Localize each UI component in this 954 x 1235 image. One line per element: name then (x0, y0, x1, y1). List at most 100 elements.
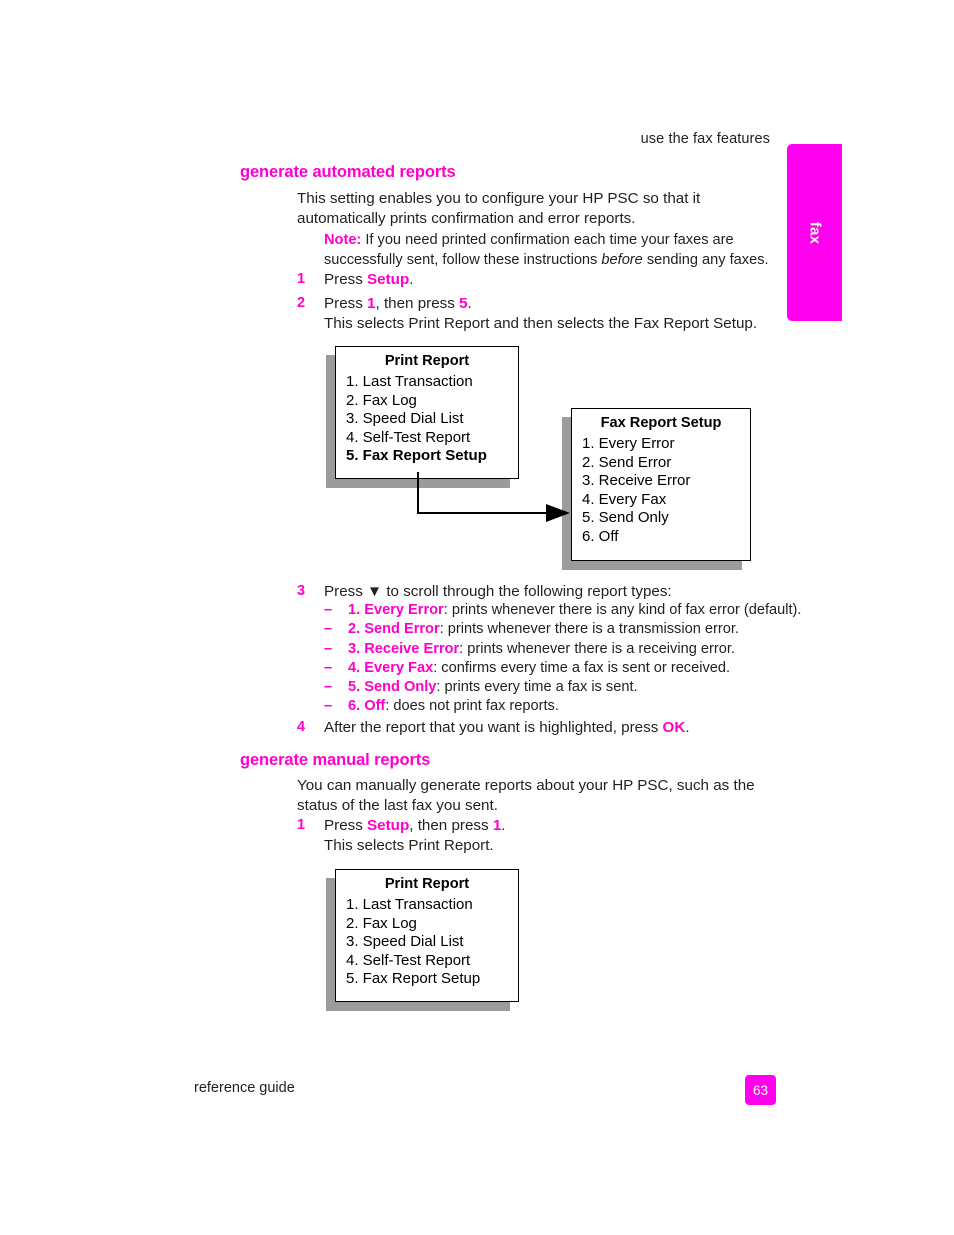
step-number: 3 (297, 583, 306, 599)
key-1: 1 (492, 817, 502, 834)
lcd-menu-print-report-2: Print Report 1. Last Transaction 2. Fax L… (326, 869, 519, 1011)
report-type-list-item: –3. Receive Error: prints whenever there… (324, 640, 794, 659)
note-text-part2: sending any faxes. (642, 251, 769, 268)
lcd-menu-item: 3. Receive Error (582, 472, 691, 490)
step-automated-1: 1 Press Setup. (297, 270, 787, 290)
chapter-thumb-tab: fax (787, 144, 842, 321)
report-type-option-label: 6. Off (348, 698, 386, 715)
paragraph-automated-intro: This setting enables you to configure yo… (297, 190, 701, 227)
step-number: 1 (297, 817, 306, 833)
section-heading-manual-reports: generate manual reports (240, 751, 431, 769)
lcd-menu-item: 5. Fax Report Setup (346, 970, 481, 988)
report-type-option-label: 2. Send Error (348, 621, 440, 638)
step-text-post: . (685, 719, 690, 736)
step-text: After the report that you want is highli… (324, 718, 787, 738)
lcd-menu-fax-report-setup: Fax Report Setup 1. Every Error 2. Send E… (562, 408, 751, 570)
step-text-post: to scroll through the following report t… (382, 583, 672, 600)
lcd-menu-item: 2. Fax Log (346, 391, 417, 409)
lcd-menu-item: 1. Last Transaction (346, 373, 473, 390)
lcd-menu-item: 3. Speed Dial List (346, 933, 464, 951)
report-type-list-item: –6. Off: does not print fax reports. (324, 697, 794, 716)
note-label: Note: (324, 232, 362, 248)
step-text-pre: After the report that you want is highli… (324, 719, 663, 736)
step-text-post: . (409, 271, 414, 288)
lcd-menu-item: 5. Send Only (582, 509, 669, 527)
lcd-menu-item: 4. Every Fax (582, 490, 667, 508)
list-dash-bullet: – (324, 698, 333, 715)
step-subtext: This selects Print Report and then selec… (324, 314, 758, 332)
lcd-title: Fax Report Setup (600, 415, 722, 431)
lcd-menu-item: 6. Off (582, 527, 619, 545)
flow-arrow-connector (417, 472, 570, 522)
step-subtext: This selects Print Report. (324, 836, 494, 854)
report-type-option-label: 5. Send Only (348, 679, 437, 696)
lcd-menu-item: 2. Send Error (582, 453, 672, 471)
list-dash-bullet: – (324, 602, 333, 618)
lcd-menu-item: 4. Self-Test Report (346, 428, 471, 446)
key-setup: Setup (367, 817, 410, 834)
key-ok: OK (662, 719, 686, 736)
lcd-item-list: 1. Last Transaction 2. Fax Log 3. Speed Di… (346, 896, 480, 989)
report-type-description: : prints whenever there is any kind of f… (443, 602, 802, 618)
step-text-post: . (467, 295, 472, 312)
step-number: 1 (297, 271, 306, 287)
step-text-pre: Press (324, 271, 368, 288)
list-dash-bullet: – (324, 659, 333, 676)
report-type-description: : prints every time a fax is sent. (436, 679, 638, 696)
note-text-italic: before (601, 251, 643, 268)
step-text: Press Setup, then press 1. This selects … (324, 816, 787, 855)
step-number: 4 (297, 719, 306, 735)
lcd-title: Print Report (384, 353, 470, 369)
down-arrow-icon: ▼ (367, 583, 383, 600)
step-number: 2 (297, 295, 306, 311)
report-type-description: : confirms every time a fax is sent or r… (433, 659, 731, 676)
note-block: Note: If you need printed confirmation e… (324, 231, 786, 270)
chapter-thumb-tab-label: fax (806, 221, 823, 244)
lcd-menu-item: 2. Fax Log (346, 914, 417, 932)
lcd-menu-item: 1. Every Error (582, 435, 675, 452)
step-text-post: . (501, 817, 506, 834)
list-dash-bullet: – (324, 621, 333, 638)
key-5: 5 (459, 295, 468, 312)
lcd-menu-item: 3. Speed Dial List (346, 410, 464, 428)
report-type-description: : prints whenever there is a receiving e… (459, 640, 735, 657)
lcd-menu-item: 5. Fax Report Setup (346, 447, 487, 465)
step-text: Press Setup. (324, 270, 787, 290)
report-types-list: –1. Every Error: prints whenever there i… (324, 601, 801, 717)
step-text: Press ▼ to scroll through the following … (324, 582, 787, 602)
step-automated-2: 2 Press 1, then press 5. This selects Pr… (297, 294, 787, 333)
key-setup: Setup (367, 271, 410, 288)
step-text-pre: Press (324, 295, 368, 312)
step-text-pre: Press (324, 817, 368, 834)
step-text: Press 1, then press 5. This selects Prin… (324, 294, 787, 333)
step-text-mid: , then press (409, 817, 493, 834)
report-type-option-label: 4. Every Fax (348, 659, 434, 676)
paragraph-manual-intro: You can manually generate reports about … (297, 777, 755, 814)
lcd-item-list: 1. Every Error 2. Send Error 3. Receive Er… (582, 435, 690, 547)
lcd-menu-print-report-1: Print Report 1. Last Transaction 2. Fax L… (326, 346, 519, 488)
report-type-list-item: –2. Send Error: prints whenever there is… (324, 620, 794, 639)
running-header: use the fax features (640, 131, 770, 147)
lcd-item-list: 1. Last Transaction 2. Fax Log 3. Speed Di… (346, 373, 487, 466)
step-text-mid: , then press (375, 295, 460, 312)
key-1: 1 (367, 295, 376, 312)
report-type-list-item: –1. Every Error: prints whenever there i… (324, 601, 801, 620)
list-dash-bullet: – (324, 640, 333, 657)
footer-guide-label: reference guide (194, 1080, 295, 1096)
report-type-option-label: 3. Receive Error (348, 640, 460, 657)
list-dash-bullet: – (324, 679, 333, 696)
report-type-description: : prints whenever there is a transmissio… (439, 621, 739, 638)
report-type-list-item: –4. Every Fax: confirms every time a fax… (324, 659, 794, 678)
page-number-badge: 63 (745, 1075, 776, 1105)
lcd-menu-item: 1. Last Transaction (346, 896, 473, 913)
report-type-option-label: 1. Every Error (348, 602, 444, 618)
document-page: use the fax features fax generate automa… (0, 0, 954, 1235)
report-type-list-item: –5. Send Only: prints every time a fax i… (324, 678, 794, 697)
section-heading-automated-reports: generate automated reports (240, 163, 456, 181)
step-automated-3: 3 Press ▼ to scroll through the followin… (297, 582, 787, 602)
step-text-pre: Press (324, 583, 368, 600)
lcd-title: Print Report (384, 876, 470, 892)
lcd-menu-item: 4. Self-Test Report (346, 951, 471, 969)
step-automated-4: 4 After the report that you want is high… (297, 718, 787, 738)
report-type-description: : does not print fax reports. (385, 698, 559, 715)
